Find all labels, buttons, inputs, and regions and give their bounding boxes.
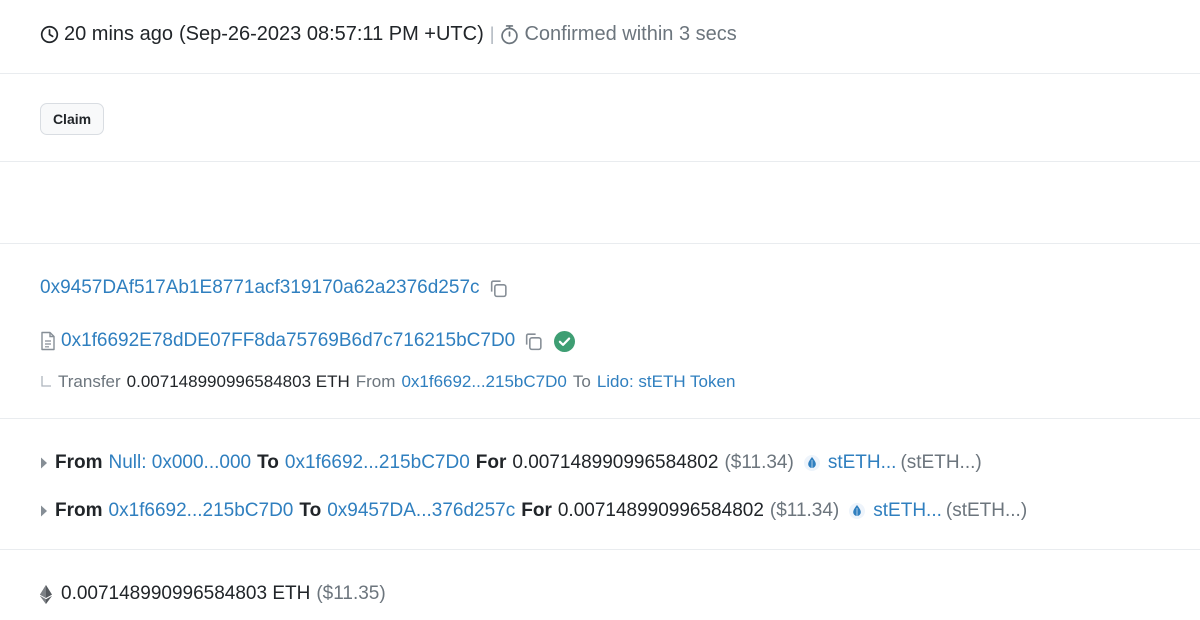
from-link[interactable]: 0x1f6692...215bC7D0: [109, 500, 294, 522]
separator: |: [489, 23, 495, 44]
token-usd-value: ($11.34): [724, 452, 794, 473]
stopwatch-icon: [500, 24, 519, 45]
timestamp-full: (Sep-26-2023 08:57:11 PM +UTC): [178, 22, 484, 45]
to-link[interactable]: 0x9457DA...376d257c: [327, 500, 515, 522]
transfer-to-link[interactable]: Lido: stETH Token: [597, 372, 736, 392]
confirmation-time: Confirmed within 3 secs: [524, 22, 737, 45]
ethereum-icon: [40, 584, 52, 604]
token-transfer-row: From Null: 0x000...000 To 0x1f6692...215…: [40, 449, 982, 477]
transfer-label: Transfer: [58, 372, 121, 391]
clock-icon: [40, 25, 59, 44]
from-address-row: 0x9457DAf517Ab1E8771acf319170a62a2376d25…: [40, 274, 509, 302]
transfer-from-link[interactable]: 0x1f6692...215bC7D0: [401, 372, 566, 392]
caret-right-icon[interactable]: [40, 457, 48, 469]
value-usd: ($11.35): [316, 583, 386, 604]
to-link[interactable]: 0x1f6692...215bC7D0: [285, 452, 470, 474]
contract-address-link[interactable]: 0x1f6692E78dDE07FF8da75769B6d7c716215bC7…: [61, 330, 515, 352]
verified-check-icon: [554, 330, 576, 352]
value-row: 0.007148990996584803 ETH ($11.35): [40, 580, 386, 608]
divider: [0, 418, 1200, 419]
to-label: To: [257, 452, 279, 473]
copy-icon[interactable]: [488, 278, 509, 299]
internal-transfer-row: Transfer 0.007148990996584803 ETH From 0…: [40, 370, 735, 394]
from-link[interactable]: Null: 0x000...000: [109, 452, 252, 474]
from-label: From: [55, 500, 103, 521]
tree-branch-icon: [40, 375, 52, 389]
divider: [0, 549, 1200, 550]
transfer-from-label: From: [355, 372, 396, 391]
method-claim-badge[interactable]: Claim: [40, 103, 104, 135]
from-label: From: [55, 452, 103, 473]
transfer-to-label: To: [572, 372, 591, 391]
divider: [0, 161, 1200, 162]
token-symbol: (stETH...): [900, 452, 982, 473]
token-transfer-row: From 0x1f6692...215bC7D0 To 0x9457DA...3…: [40, 497, 1027, 525]
copy-icon[interactable]: [523, 331, 544, 352]
from-address-link[interactable]: 0x9457DAf517Ab1E8771acf319170a62a2376d25…: [40, 277, 480, 299]
timestamp-row: 20 mins ago (Sep-26-2023 08:57:11 PM +UT…: [40, 20, 737, 48]
token-amount: 0.007148990996584802: [512, 452, 719, 473]
token-name-link[interactable]: stETH...: [873, 500, 942, 522]
to-label: To: [299, 500, 322, 521]
token-amount: 0.007148990996584802: [557, 500, 764, 521]
token-name-link[interactable]: stETH...: [828, 452, 897, 474]
transfer-amount: 0.007148990996584803 ETH: [126, 372, 350, 391]
file-icon: [40, 331, 56, 351]
steth-drop-icon: [849, 502, 866, 520]
divider: [0, 73, 1200, 74]
divider: [0, 243, 1200, 244]
token-usd-value: ($11.34): [769, 500, 840, 521]
for-label: For: [475, 452, 507, 473]
contract-address-row: 0x1f6692E78dDE07FF8da75769B6d7c716215bC7…: [40, 327, 576, 355]
caret-right-icon[interactable]: [40, 505, 48, 517]
for-label: For: [521, 500, 552, 521]
steth-drop-icon: [803, 454, 820, 472]
value-amount: 0.007148990996584803 ETH: [61, 583, 311, 604]
token-symbol: (stETH...): [945, 500, 1028, 521]
time-ago: 20 mins ago: [64, 22, 173, 45]
